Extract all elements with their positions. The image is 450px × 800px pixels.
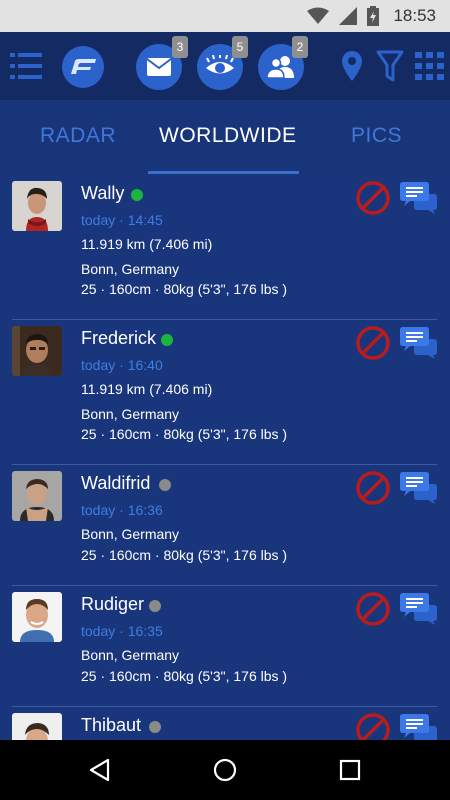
- offline-status-dot: [159, 479, 171, 491]
- online-status-dot: [131, 189, 143, 201]
- last-seen: today · 16:35: [81, 623, 163, 639]
- user-stats: 25 · 160cm · 80kg (5'3", 176 lbs ): [81, 668, 288, 684]
- back-icon[interactable]: [88, 758, 112, 782]
- user-stats: 25 · 160cm · 80kg (5'3", 176 lbs ): [81, 426, 288, 442]
- location: Bonn, Germany: [81, 406, 180, 422]
- last-seen: today · 16:40: [81, 357, 163, 373]
- recents-icon[interactable]: [339, 759, 361, 781]
- tab-active-indicator: [148, 171, 299, 174]
- avatar[interactable]: [12, 592, 62, 642]
- avatar[interactable]: [12, 713, 62, 740]
- block-icon[interactable]: [356, 592, 390, 626]
- avatar[interactable]: [12, 326, 62, 376]
- user-name: Wally: [81, 183, 125, 203]
- tab-bar: RADAR WORLDWIDE PICS: [0, 100, 450, 175]
- app-logo-icon: [71, 59, 96, 74]
- envelope-icon: [146, 58, 172, 76]
- app-logo-button[interactable]: [62, 46, 104, 88]
- avatar[interactable]: [12, 181, 62, 231]
- user-name: Waldifrid: [81, 473, 151, 493]
- location: Bonn, Germany: [81, 647, 180, 663]
- system-nav-bar: [0, 740, 450, 800]
- grid-icon[interactable]: [414, 51, 446, 81]
- viewers-badge: 5: [232, 36, 248, 58]
- avatar[interactable]: [12, 471, 62, 521]
- eye-icon: [206, 55, 234, 74]
- battery-icon: [367, 6, 380, 26]
- tab-pics[interactable]: PICS: [351, 124, 402, 148]
- user-list[interactable]: Wally today · 14:45 11.919 km (7.406 mi)…: [0, 175, 450, 740]
- location: Bonn, Germany: [81, 261, 180, 277]
- friends-badge: 2: [292, 36, 308, 58]
- user-name: Frederick: [81, 328, 157, 348]
- distance: 11.919 km (7.406 mi): [81, 236, 213, 252]
- block-icon[interactable]: [356, 471, 390, 505]
- tab-worldwide[interactable]: WORLDWIDE: [159, 124, 297, 148]
- list-item[interactable]: Rudiger today · 16:35 Bonn, Germany 25 ·…: [0, 586, 450, 707]
- messages-badge: 3: [172, 36, 188, 58]
- block-icon[interactable]: [356, 326, 390, 360]
- last-seen: today · 16:36: [81, 502, 163, 518]
- top-bar: 3 5 2: [0, 32, 450, 100]
- block-icon[interactable]: [356, 181, 390, 215]
- user-name: Thibaut: [81, 715, 142, 735]
- menu-icon[interactable]: [10, 51, 42, 81]
- list-item[interactable]: Wally today · 14:45 11.919 km (7.406 mi)…: [0, 175, 450, 320]
- friends-icon: [266, 56, 294, 79]
- location-pin-icon[interactable]: [340, 50, 364, 82]
- online-status-dot: [161, 334, 173, 346]
- wifi-icon: [307, 7, 330, 24]
- chat-icon[interactable]: [400, 713, 438, 740]
- chat-icon[interactable]: [400, 471, 438, 505]
- user-stats: 25 · 160cm · 80kg (5'3", 176 lbs ): [81, 281, 288, 297]
- location: Bonn, Germany: [81, 526, 180, 542]
- distance: 11.919 km (7.406 mi): [81, 381, 213, 397]
- last-seen: today · 14:45: [81, 212, 163, 228]
- signal-icon: [339, 7, 358, 25]
- user-stats: 25 · 160cm · 80kg (5'3", 176 lbs ): [81, 547, 288, 563]
- home-icon[interactable]: [213, 758, 237, 782]
- offline-status-dot: [149, 600, 161, 612]
- status-bar: 18:53: [0, 0, 450, 32]
- list-item[interactable]: Thibaut: [0, 707, 450, 740]
- user-name: Rudiger: [81, 594, 145, 614]
- list-item[interactable]: Waldifrid today · 16:36 Bonn, Germany 25…: [0, 465, 450, 586]
- chat-icon[interactable]: [400, 592, 438, 626]
- block-icon[interactable]: [356, 713, 390, 740]
- filter-icon[interactable]: [376, 50, 404, 82]
- offline-status-dot: [149, 721, 161, 733]
- status-time: 18:53: [393, 6, 436, 25]
- chat-icon[interactable]: [400, 181, 438, 215]
- list-item[interactable]: Frederick today · 16:40 11.919 km (7.406…: [0, 320, 450, 465]
- chat-icon[interactable]: [400, 326, 438, 360]
- tab-radar[interactable]: RADAR: [40, 124, 116, 148]
